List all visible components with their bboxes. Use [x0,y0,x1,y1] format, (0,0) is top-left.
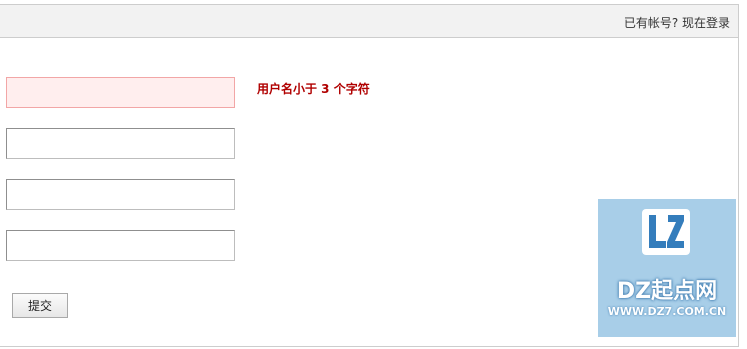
login-link[interactable]: 已有帐号? 现在登录 [624,14,730,31]
watermark-logo [642,209,690,255]
email-input[interactable] [6,230,235,261]
password-input[interactable] [6,128,235,159]
username-input[interactable] [6,77,235,108]
watermark: DZ起点网 WWW.DZ7.COM.CN [598,199,736,337]
top-bar: 已有帐号? 现在登录 [0,5,738,38]
watermark-site-name: DZ起点网 [616,279,718,304]
username-error-message: 用户名小于 3 个字符 [257,82,370,96]
confirm-password-input[interactable] [6,179,235,210]
watermark-site-url: WWW.DZ7.COM.CN [607,305,727,318]
lz-logo-icon [649,215,684,248]
submit-button[interactable]: 提交 [12,293,68,318]
